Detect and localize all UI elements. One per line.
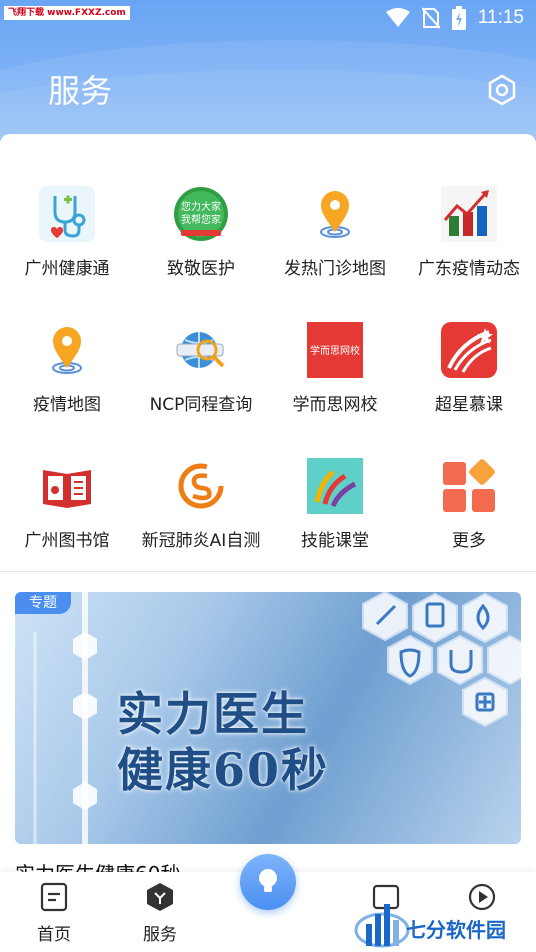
status-bar: 11:15 — [385, 6, 524, 30]
banner-tag: 专题 — [15, 592, 71, 614]
banner-title: 实力医生 健康60秒 — [117, 686, 329, 798]
service-label: 新冠肺炎AI自测 — [141, 531, 261, 551]
service-label: 发热门诊地图 — [284, 259, 386, 279]
service-item-epidemic-map[interactable]: 疫情地图 — [0, 322, 134, 442]
xueersi-logo-text: 学而思网校 — [310, 344, 360, 357]
lightbulb-icon — [259, 869, 277, 892]
service-item-chaoxing-mooc[interactable]: 超星慕课 — [402, 322, 536, 442]
service-item-xueersi[interactable]: 学而思网校 学而思网校 — [268, 322, 402, 442]
service-label: 广东疫情动态 — [418, 259, 520, 279]
service-item-ai-self-test[interactable]: 新冠肺炎AI自测 — [134, 458, 268, 578]
badge-line2: 我帮您家 — [181, 213, 221, 226]
service-item-guangdong-epidemic[interactable]: 广东疫情动态 — [402, 186, 536, 306]
service-label: 广州图书馆 — [24, 531, 110, 551]
map-pin-icon — [52, 327, 82, 374]
tab-home-label: 首页 — [37, 925, 71, 945]
service-label: NCP同程查询 — [149, 395, 253, 415]
wifi-icon — [385, 8, 410, 27]
settings-hexagon-icon[interactable] — [486, 74, 518, 106]
service-label: 疫情地图 — [33, 395, 101, 415]
watermark-top: 飞翔下载 www.FXXZ.com — [4, 6, 130, 20]
ai-test-logo-icon — [178, 463, 224, 509]
service-item-fever-clinic-map[interactable]: 发热门诊地图 — [268, 186, 402, 306]
xueersi-logo-icon: 学而思网校 — [307, 322, 363, 378]
section-divider — [0, 571, 536, 572]
tab-home[interactable]: 首页 — [24, 882, 84, 945]
library-book-icon — [43, 470, 91, 508]
chaoxing-logo-icon — [441, 322, 497, 378]
service-item-more[interactable]: 更多 — [402, 458, 536, 578]
service-item-guangzhou-health[interactable]: 广州健康通 — [0, 186, 134, 306]
globe-search-icon — [176, 332, 225, 368]
more-grid-icon — [443, 459, 495, 512]
service-label: 学而思网校 — [292, 395, 378, 415]
salute-medics-badge-icon: 您力大家 我帮您家 — [174, 187, 228, 241]
service-label: 技能课堂 — [301, 531, 369, 551]
service-label: 广州健康通 — [24, 259, 110, 279]
battery-charging-icon — [451, 6, 466, 30]
page-title: 服务 — [48, 72, 113, 110]
service-item-ncp-travel-query[interactable]: NCP同程查询 — [134, 322, 268, 442]
skills-logo-icon — [307, 458, 363, 514]
service-item-skills-class[interactable]: 技能课堂 — [268, 458, 402, 578]
trend-chart-icon — [441, 186, 497, 242]
banner-title-line1: 实力医生 — [117, 687, 309, 741]
tab-service[interactable]: 服务 — [130, 882, 190, 945]
banner-title-line2: 健康60秒 — [117, 743, 330, 797]
service-label: 更多 — [452, 531, 486, 551]
tab-service-label: 服务 — [143, 925, 177, 945]
service-item-salute-medics[interactable]: 您力大家 我帮您家 致敬医护 — [134, 186, 268, 306]
service-label: 超星慕课 — [435, 395, 503, 415]
stethoscope-heart-icon — [39, 186, 95, 242]
map-pin-icon — [320, 191, 350, 238]
center-action-button[interactable] — [240, 854, 296, 910]
service-label: 致敬医护 — [167, 259, 235, 279]
watermark-bottom: 七分软件园 — [406, 918, 506, 942]
status-time: 11:15 — [477, 7, 524, 28]
service-item-guangzhou-library[interactable]: 广州图书馆 — [0, 458, 134, 578]
no-sim-icon — [421, 7, 440, 29]
service-hexagon-icon — [147, 883, 173, 911]
topic-banner[interactable]: 专题 实力医生 健康60秒 — [15, 592, 521, 844]
badge-line1: 您力大家 — [181, 200, 221, 213]
home-doc-icon — [40, 882, 68, 912]
